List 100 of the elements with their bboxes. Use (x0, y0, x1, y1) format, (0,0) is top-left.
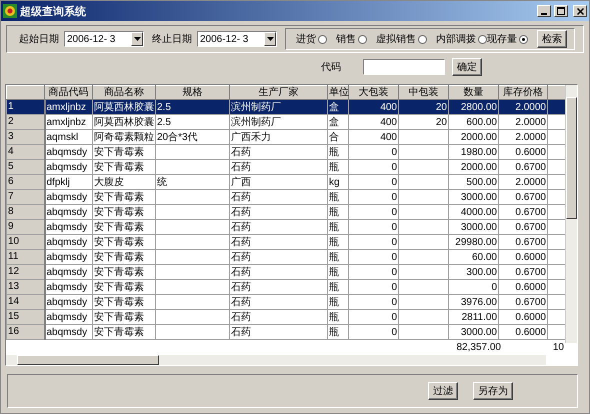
table-row[interactable]: 7 abqmsdy 安下青霉素 石药 瓶 0 3000.00 0.6700 (6, 190, 566, 204)
start-date-picker[interactable]: 2006-12- 3 (64, 31, 144, 47)
radio-button[interactable] (358, 34, 367, 44)
table-row[interactable]: 12 abqmsdy 安下青霉素 石药 瓶 0 300.00 0.6700 (6, 264, 566, 280)
minimize-button[interactable] (537, 5, 551, 17)
confirm-button[interactable]: 确定 (452, 58, 482, 76)
row-number: 2 (8, 116, 14, 127)
table-cell: abqmsdy (46, 206, 88, 218)
table-cell: 瓶 (329, 266, 339, 278)
dropdown-arrow-icon (134, 37, 140, 41)
table-cell: 安下青霉素 (94, 266, 144, 278)
radio-label: 销售 (336, 33, 356, 46)
toolbar-button[interactable]: 过滤 (428, 382, 458, 400)
table-row[interactable]: 3 aqmskl 阿奇霉素颗粒 20合*3代 广西禾力 合 400 2000.00 2.0000 (6, 130, 566, 144)
table-row[interactable]: 8 abqmsdy 安下青霉素 石药 瓶 0 4000.00 0.6700 (6, 204, 566, 220)
column-header[interactable]: 规格 (156, 86, 230, 100)
table-cell: 0 (391, 266, 397, 278)
app-logo-icon (3, 4, 17, 18)
table-row[interactable]: 1 amxljnbz 阿莫西林胶囊 2.5 滨州制药厂 盒 400 20 2800.00 2.0000 (6, 100, 566, 114)
column-header[interactable]: 库存价格 (498, 86, 548, 100)
table-cell: 安下青霉素 (94, 192, 144, 202)
table-cell: abqmsdy (46, 266, 88, 278)
table-cell: 500.00 (466, 176, 497, 188)
row-number: 4 (8, 146, 14, 157)
table-cell: 1980.00 (460, 146, 497, 158)
end-date-picker[interactable]: 2006-12- 3 (197, 31, 277, 47)
table-cell: 0 (391, 176, 397, 188)
table-cell: 0 (391, 236, 397, 248)
maximize-button[interactable] (554, 5, 568, 17)
row-number: 5 (8, 161, 14, 172)
table-cell: abqmsdy (46, 162, 88, 172)
table-cell: 0 (391, 162, 397, 172)
column-header[interactable]: 商品代码 (44, 86, 92, 100)
row-number: 8 (8, 206, 14, 217)
table-cell: abqmsdy (46, 282, 88, 292)
table-cell: 0.6700 (515, 206, 546, 218)
table-cell: 0.6700 (515, 222, 546, 232)
table-cell: 2811.00 (462, 312, 497, 322)
start-date-label: 起始日期 (19, 32, 59, 46)
table-cell: 安下青霉素 (94, 282, 144, 292)
table-cell: 0.6700 (515, 296, 546, 308)
table-cell: 安下青霉素 (94, 252, 144, 262)
table-cell: 石药 (231, 282, 251, 292)
column-header[interactable]: 大包装 (348, 86, 398, 100)
table-cell: 2.0000 (515, 132, 546, 142)
table-cell: 0 (391, 206, 397, 218)
table-cell: 石药 (231, 252, 251, 262)
close-button[interactable] (573, 5, 587, 17)
table-row[interactable]: 11 abqmsdy 安下青霉素 石药 瓶 0 60.00 0.6000 (6, 250, 566, 264)
table-row[interactable]: 14 abqmsdy 安下青霉素 石药 瓶 0 3976.00 0.6700 (6, 294, 566, 310)
table-cell: 瓶 (329, 222, 339, 232)
radio-button[interactable] (318, 34, 327, 44)
horizontal-scrollbar[interactable] (6, 355, 546, 365)
table-cell: 2.0000 (515, 102, 546, 112)
table-cell: abqmsdy (46, 146, 88, 158)
code-input-field[interactable] (363, 59, 445, 75)
table-cell: abqmsdy (46, 296, 88, 308)
table-row[interactable]: 16 abqmsdy 安下青霉素 石药 瓶 0 3000.00 0.6000 (6, 324, 566, 340)
row-number: 1 (8, 101, 14, 112)
table-cell: 0.6000 (515, 312, 546, 322)
search-button[interactable]: 检索 (537, 30, 567, 48)
table-row[interactable]: 4 abqmsdy 安下青霉素 石药 瓶 0 1980.00 0.6000 (6, 144, 566, 160)
table-row[interactable]: 9 abqmsdy 安下青霉素 石药 瓶 0 3000.00 0.6700 (6, 220, 566, 234)
table-cell: dfpklj (46, 176, 70, 188)
end-date-label: 终止日期 (152, 32, 192, 46)
column-header[interactable]: 单位 (328, 86, 348, 100)
table-cell: 0 (391, 252, 397, 262)
table-row[interactable]: 10 abqmsdy 安下青霉素 石药 瓶 0 29980.00 0.6700 (6, 234, 566, 250)
table-row[interactable]: 5 abqmsdy 安下青霉素 石药 瓶 0 2000.00 0.6700 (6, 160, 566, 174)
column-header[interactable]: 中包装 (398, 86, 448, 100)
vertical-scrollbar[interactable] (565, 85, 577, 343)
table-cell: 安下青霉素 (94, 326, 144, 338)
table-cell: 600.00 (466, 116, 497, 128)
row-number: 13 (8, 281, 20, 292)
toolbar-button[interactable]: 另存为 (473, 382, 513, 400)
radio-button[interactable] (418, 34, 427, 44)
table-cell: 安下青霉素 (94, 236, 144, 248)
table-cell: 3000.00 (460, 326, 497, 338)
table-cell: 瓶 (329, 252, 339, 262)
table-cell: 2800.00 (460, 102, 497, 112)
table-cell: 2.0000 (515, 116, 546, 128)
table-cell: 0 (391, 326, 397, 338)
radio-button[interactable] (519, 34, 528, 44)
row-number: 7 (8, 191, 14, 202)
column-header[interactable]: 数量 (448, 86, 498, 100)
table-row[interactable]: 2 amxljnbz 阿莫西林胶囊 2.5 滨州制药厂 盒 400 20 600.00 2.0000 (6, 114, 566, 130)
table-cell: 合 (329, 132, 339, 142)
column-header[interactable]: 商品名称 (92, 86, 156, 100)
table-cell: 0.6000 (515, 326, 546, 338)
table-row[interactable]: 15 abqmsdy 安下青霉素 石药 瓶 0 2811.00 0.6000 (6, 310, 566, 324)
radio-button[interactable] (478, 34, 487, 44)
table-cell: 瓶 (329, 162, 339, 172)
table-cell: 阿莫西林胶囊 (94, 102, 154, 112)
table-row[interactable]: 6 dfpklj 大腹皮 统 广西 kg 0 500.00 2.0000 (6, 174, 566, 190)
column-header[interactable]: 生产厂家 (230, 86, 328, 100)
table-row[interactable]: 13 abqmsdy 安下青霉素 石药 瓶 0 0 0.6000 (6, 280, 566, 294)
table-cell: 0.6000 (515, 252, 546, 262)
total-quantity: 82,357.00 (456, 342, 501, 353)
table-cell: 20合*3代 (157, 132, 198, 142)
table-cell: 瓶 (329, 326, 339, 338)
